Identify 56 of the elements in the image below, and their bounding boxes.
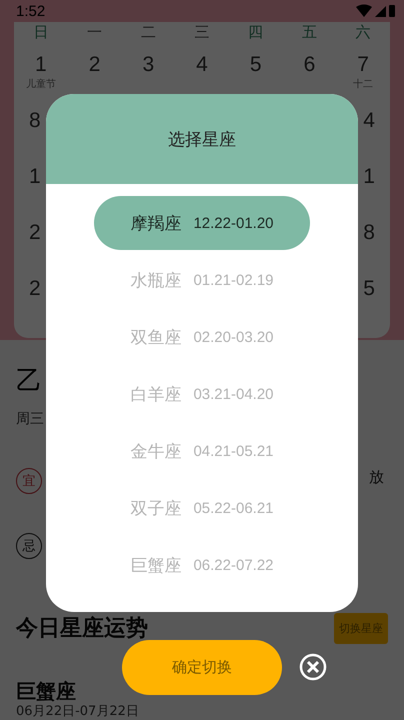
day-number[interactable]: 8 [29,108,41,134]
weekday-label: 五 [302,22,317,42]
weekday-label: 三 [194,22,210,42]
dialog-title: 选择星座 [168,128,236,150]
sign-option[interactable]: 双子座 05.22-06.21 [94,481,310,535]
sign-option-range: 06.22-07.22 [193,556,274,574]
sign-option-name: 金牛座 [130,440,182,462]
sign-option-range: 01.21-02.19 [193,272,274,288]
weekday-label: 二 [140,22,156,42]
sign-option-name: 摩羯座 [130,212,182,234]
sign-option[interactable]: 摩羯座 12.22-01.20 [94,196,310,250]
sign-option-name: 水瓶座 [130,270,182,292]
sign-dates: 06月22日-07月22日 [16,704,139,719]
good-text: 放 [369,468,384,486]
sign-option[interactable]: 金牛座 04.21-05.21 [94,424,310,478]
day-number[interactable]: 5 [250,52,262,78]
bad-badge: 忌 [16,533,42,559]
day-number[interactable]: 7 [357,52,369,78]
section-title: 今日星座运势 [16,614,148,643]
status-icons [356,4,396,18]
day-number[interactable]: 4 [196,52,208,78]
good-badge: 宜 [16,468,42,494]
weekday-label: 四 [248,22,264,42]
weekday-label: 六 [356,22,371,42]
sign-option-range: 05.22-06.21 [193,500,274,516]
sign-option[interactable]: 白羊座 03.21-04.20 [94,367,310,421]
sign-name: 巨蟹座 [16,679,76,703]
sign-option-name: 双子座 [130,498,182,520]
close-icon[interactable] [299,653,327,681]
sign-option[interactable]: 水瓶座 01.21-02.19 [94,253,310,307]
sign-option-range: 03.21-04.20 [193,386,274,402]
day-number[interactable]: 3 [142,52,154,78]
sign-option[interactable]: 巨蟹座 06.22-07.22 [94,538,310,592]
day-number[interactable]: 1 [29,164,41,190]
day-number[interactable]: 2 [29,276,41,302]
sign-option[interactable]: 双鱼座 02.20-03.20 [94,310,310,364]
year-text: 乙 [16,366,42,396]
weekday-label: 日 [33,22,48,42]
status-time: 1:52 [16,2,46,20]
sign-option-range: 04.21-05.21 [193,442,274,460]
day-number[interactable]: 2 [88,52,100,78]
day-number[interactable]: 6 [304,52,316,78]
sign-option-range: 12.22-01.20 [193,214,274,232]
day-number[interactable]: 8 [363,220,375,246]
weekday-text: 周三 [16,410,44,428]
sign-option-name: 巨蟹座 [130,554,182,576]
weekday-label: 一 [87,22,102,42]
confirm-button[interactable]: 确定切换 [122,640,282,695]
day-number[interactable]: 1 [363,164,375,190]
day-number[interactable]: 1 [35,52,47,78]
day-number[interactable]: 4 [363,108,375,134]
sign-option-range: 02.20-03.20 [193,328,274,346]
day-number[interactable]: 2 [29,220,41,246]
sign-option-name: 白羊座 [130,384,182,406]
day-number[interactable]: 5 [363,276,375,302]
sign-option-name: 双鱼座 [130,326,182,348]
